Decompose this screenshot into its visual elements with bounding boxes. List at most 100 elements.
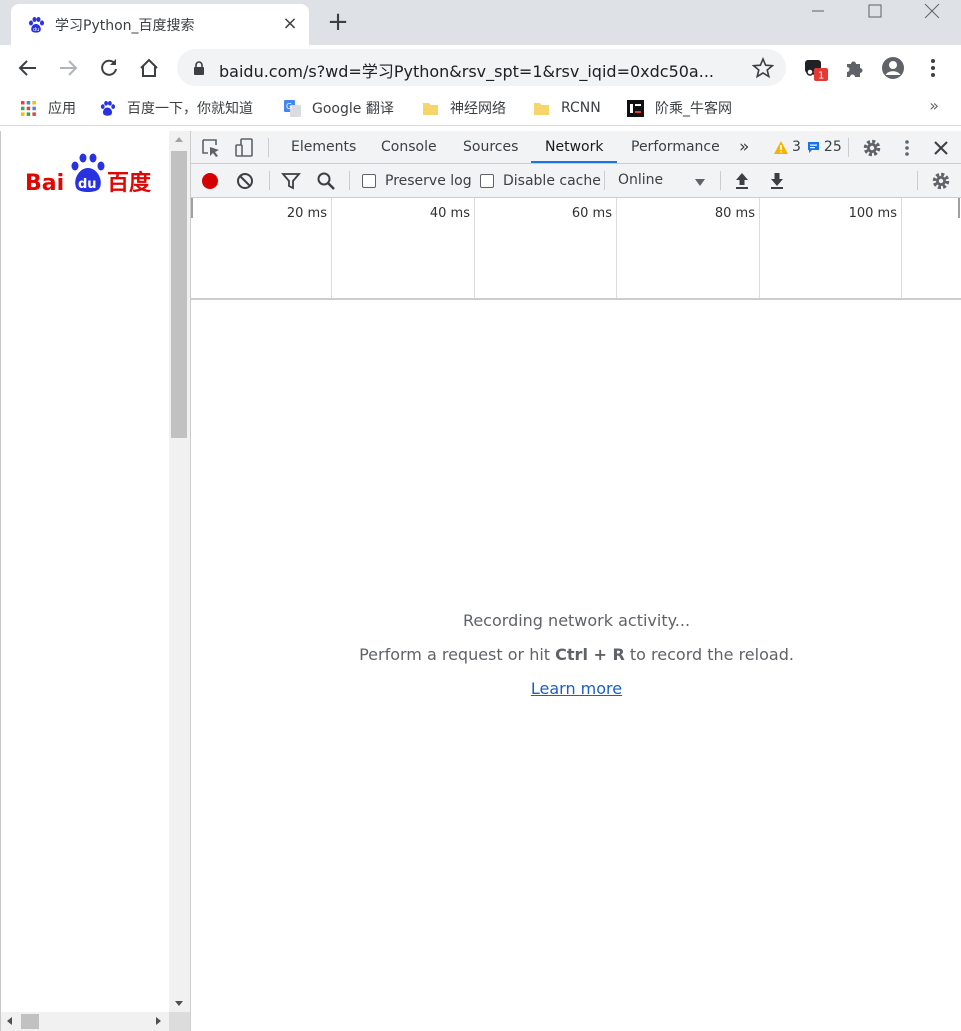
clear-icon[interactable]: [234, 170, 256, 192]
extension-avatar-icon: 1: [805, 60, 828, 82]
tab-console[interactable]: Console: [381, 131, 437, 164]
scroll-down-icon[interactable]: [175, 1001, 183, 1006]
toolbar-divider: [349, 171, 350, 190]
baidu-logo[interactable]: Bai du 百度: [25, 152, 157, 198]
page-horizontal-scrollbar[interactable]: [1, 1012, 169, 1031]
bookmark-label: 神经网络: [450, 101, 506, 117]
timeline-column: 40 ms: [332, 198, 475, 298]
issues-counter[interactable]: 3 25: [774, 139, 842, 155]
hint-shortcut: Ctrl + R: [555, 645, 625, 664]
devtools-menu-icon[interactable]: [896, 137, 918, 159]
bookmark-star-icon[interactable]: [752, 57, 774, 79]
dropdown-arrow-icon[interactable]: [695, 179, 705, 186]
scroll-thumb[interactable]: [21, 1014, 39, 1029]
record-icon[interactable]: [199, 170, 221, 192]
network-settings-gear-icon[interactable]: [930, 170, 952, 192]
hint-prefix: Perform a request or hit: [359, 645, 551, 664]
checkbox-box[interactable]: [362, 174, 376, 188]
bookmark-folder-neural[interactable]: 神经网络: [422, 97, 506, 119]
folder-icon: [534, 102, 549, 115]
address-bar[interactable]: baidu.com/s?wd=学习Python&rsv_spt=1&rsv_iq…: [177, 49, 786, 86]
scroll-left-icon[interactable]: [7, 1017, 12, 1025]
tab-title: 学习Python_百度搜索: [55, 18, 195, 34]
tab-network[interactable]: Network: [545, 131, 603, 164]
tab-strip: du 学习Python_百度搜索 × +: [0, 0, 961, 45]
url-text[interactable]: baidu.com/s?wd=学习Python&rsv_spt=1&rsv_iq…: [219, 58, 714, 82]
tab-sources[interactable]: Sources: [463, 131, 518, 164]
scroll-thumb[interactable]: [171, 151, 187, 438]
toolbar-divider: [269, 171, 270, 190]
bookmark-apps[interactable]: 应用: [20, 97, 76, 119]
baidu-paw-icon: [100, 100, 116, 116]
preserve-log-checkbox[interactable]: Preserve log: [362, 173, 472, 189]
forward-arrow-icon[interactable]: [55, 55, 81, 81]
folder-icon: [423, 102, 438, 115]
checkbox-box[interactable]: [480, 174, 494, 188]
reload-icon[interactable]: [96, 55, 122, 81]
bookmark-label: 应用: [48, 101, 76, 117]
timeline-column: 80 ms: [617, 198, 760, 298]
new-tab-button[interactable]: +: [327, 9, 349, 35]
browser-window: du 学习Python_百度搜索 × + baidu.com/s?wd=学习Py…: [0, 0, 961, 1031]
timeline-column: 100 ms: [760, 198, 902, 298]
settings-gear-icon[interactable]: [861, 137, 883, 159]
page-viewport: Bai du 百度: [0, 131, 190, 1031]
apps-grid-icon: [21, 100, 36, 116]
tab-performance[interactable]: Performance: [631, 131, 720, 164]
svg-text:Bai: Bai: [25, 171, 64, 196]
timeline-handle-right[interactable]: [958, 198, 960, 218]
window-close-icon[interactable]: [909, 0, 955, 28]
warning-icon: [774, 140, 788, 154]
active-tab-indicator: [531, 161, 617, 163]
extensions-puzzle-icon[interactable]: [841, 55, 867, 81]
tab-close-icon[interactable]: ×: [281, 15, 299, 33]
learn-more-link[interactable]: Learn more: [531, 679, 622, 698]
bookmark-google-translate[interactable]: G Google 翻译: [284, 97, 394, 119]
scroll-right-icon[interactable]: [156, 1017, 161, 1025]
throttling-select[interactable]: Online: [618, 172, 663, 188]
tab-elements[interactable]: Elements: [291, 131, 356, 164]
maximize-icon[interactable]: [852, 0, 898, 28]
profile-avatar-icon[interactable]: [880, 55, 906, 81]
scroll-up-icon[interactable]: [175, 137, 183, 142]
export-har-icon[interactable]: [766, 170, 788, 192]
toolbar-divider: [917, 171, 918, 190]
svg-text:G: G: [286, 102, 292, 111]
page-vertical-scrollbar[interactable]: [169, 131, 190, 1012]
timeline-column: 20 ms: [191, 198, 332, 298]
svg-text:du: du: [78, 177, 97, 192]
bookmark-nowcoder[interactable]: 阶乘_牛客网: [627, 97, 732, 119]
timeline-tick-label: 80 ms: [714, 206, 755, 221]
bookmark-baidu[interactable]: 百度一下，你就知道: [99, 97, 253, 119]
browser-tab[interactable]: du 学习Python_百度搜索 ×: [11, 4, 309, 45]
network-overview-timeline[interactable]: 20 ms 40 ms 60 ms 80 ms 100 ms: [191, 198, 961, 300]
import-har-icon[interactable]: [731, 170, 753, 192]
inspect-element-icon[interactable]: [200, 137, 222, 159]
bookmark-folder-rcnn[interactable]: RCNN: [533, 97, 601, 119]
extension-badge: 1: [818, 71, 824, 82]
search-icon[interactable]: [315, 170, 337, 192]
devtools-tabbar: Elements Console Sources Network Perform…: [191, 131, 961, 164]
empty-state-title: Recording network activity...: [462, 611, 691, 630]
filter-icon[interactable]: [280, 170, 302, 192]
bookmark-label: 阶乘_牛客网: [655, 101, 732, 117]
bookmarks-overflow-icon[interactable]: »: [929, 96, 939, 115]
disable-cache-checkbox[interactable]: Disable cache: [480, 173, 601, 189]
home-icon[interactable]: [136, 55, 162, 81]
minimize-icon[interactable]: [795, 0, 841, 28]
back-arrow-icon[interactable]: [15, 55, 41, 81]
timeline-tick-label: 40 ms: [429, 206, 470, 221]
google-translate-icon: G: [284, 99, 301, 117]
timeline-tick-label: 60 ms: [571, 206, 612, 221]
toolbar-divider: [268, 138, 269, 157]
lock-icon[interactable]: [193, 61, 205, 75]
toolbar-divider: [604, 171, 605, 190]
devtools-close-icon[interactable]: [930, 137, 952, 159]
device-toolbar-icon[interactable]: [233, 137, 255, 159]
timeline-tick-label: 100 ms: [848, 206, 897, 221]
extension-button[interactable]: 1: [802, 55, 828, 82]
more-tabs-icon[interactable]: »: [739, 131, 749, 164]
hint-suffix: to record the reload.: [629, 645, 794, 664]
browser-toolbar: baidu.com/s?wd=学习Python&rsv_spt=1&rsv_iq…: [0, 45, 961, 90]
chrome-menu-icon[interactable]: [920, 55, 946, 81]
